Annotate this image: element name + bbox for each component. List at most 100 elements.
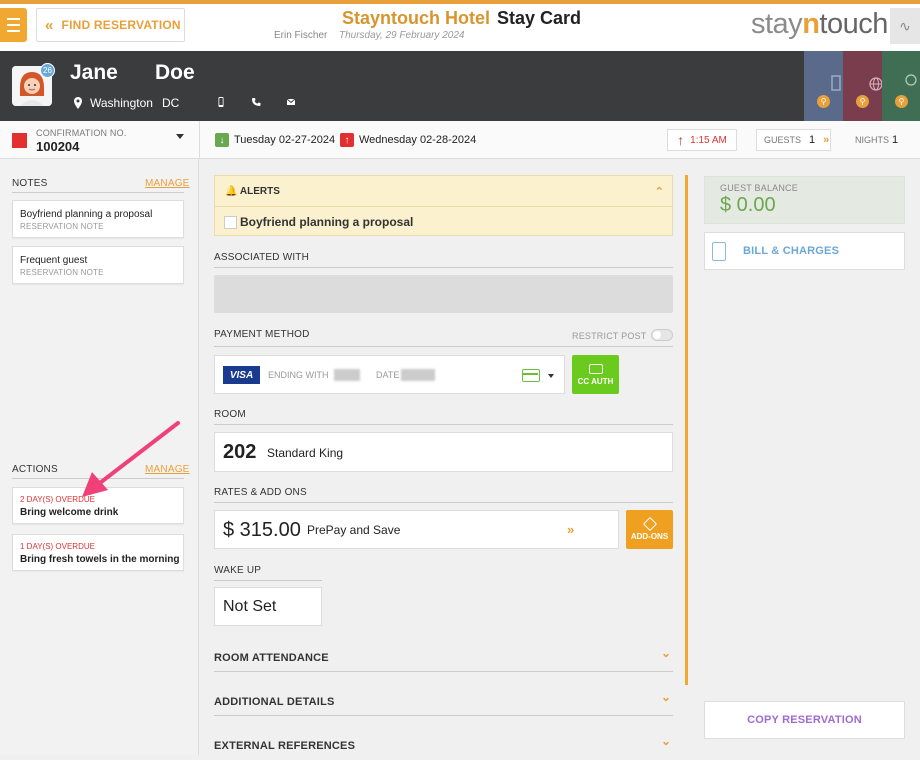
note-title: Frequent guest — [20, 255, 88, 266]
location-pin-icon — [74, 97, 82, 109]
action-card[interactable]: 1 DAY(S) OVERDUE Bring fresh towels in t… — [12, 534, 184, 571]
masked-card-number — [334, 369, 360, 381]
rate-name: PrePay and Save — [307, 523, 401, 537]
visa-logo: VISA — [223, 366, 260, 384]
restrict-post-toggle[interactable] — [651, 329, 673, 341]
reservation-status-indicator — [12, 133, 27, 148]
guest-balance-value: $ 0.00 — [720, 194, 776, 216]
stayntouch-logo: stayntouch — [751, 8, 888, 40]
associated-label: ASSOCIATED WITH — [214, 252, 310, 263]
guests-count: 1 — [809, 134, 816, 146]
calculator-icon — [712, 242, 726, 261]
activity-icon[interactable]: ∿ — [890, 8, 920, 44]
room-attendance-section[interactable]: ROOM ATTENDANCE ⌄ — [214, 646, 673, 672]
add-ons-label: ADD-ONS — [630, 531, 669, 541]
loyalty-tab[interactable] — [882, 51, 920, 121]
additional-details-section[interactable]: ADDITIONAL DETAILS ⌄ — [214, 690, 673, 716]
nights-count: 1 — [892, 134, 899, 146]
bell-icon: 🔔 — [225, 186, 238, 197]
double-chevron-left-icon: « — [45, 16, 54, 34]
notes-header: NOTES — [12, 178, 48, 189]
note-type: RESERVATION NOTE — [20, 268, 104, 277]
column-divider — [685, 175, 688, 685]
globe-tab[interactable] — [843, 51, 883, 121]
guest-card-tab[interactable] — [804, 51, 843, 121]
search-icon[interactable]: ⚲ — [856, 95, 869, 108]
credit-card-icon — [588, 363, 603, 374]
search-icon[interactable]: ⚲ — [895, 95, 908, 108]
find-reservation-button[interactable]: « FIND RESERVATION — [36, 8, 185, 42]
note-card[interactable]: Frequent guest RESERVATION NOTE — [12, 246, 184, 284]
guest-balance-panel: GUEST BALANCE $ 0.00 — [704, 176, 905, 224]
phone-icon[interactable] — [251, 97, 261, 107]
action-title: Bring welcome drink — [20, 507, 119, 518]
room-field[interactable]: 202 Standard King — [214, 432, 673, 472]
alert-text: Boyfriend planning a proposal — [240, 215, 414, 229]
bill-and-charges-button[interactable]: BILL & CHARGES — [704, 232, 905, 270]
divider — [214, 346, 673, 347]
room-attendance-label: ROOM ATTENDANCE — [214, 652, 329, 664]
divider — [214, 424, 673, 425]
alert-checkbox[interactable] — [224, 216, 237, 229]
rate-amount: $ 315.00 — [223, 519, 301, 541]
add-ons-button[interactable]: ADD-ONS — [626, 510, 673, 549]
wakeup-label: WAKE UP — [214, 565, 262, 576]
room-type: Standard King — [267, 446, 344, 460]
rate-field[interactable]: $ 315.00 PrePay and Save » — [214, 510, 619, 549]
divider — [214, 502, 673, 503]
date-label: DATE — [376, 370, 400, 380]
confirmation-number[interactable]: 100204 — [36, 139, 79, 154]
room-label: ROOM — [214, 409, 246, 420]
cc-auth-label: CC AUTH — [577, 376, 614, 386]
rates-label: RATES & ADD ONS — [214, 487, 307, 498]
email-icon[interactable] — [286, 97, 296, 107]
page-title: Stay Card — [497, 8, 582, 28]
guest-city: Washington — [90, 96, 153, 110]
confirmation-label: CONFIRMATION NO. — [36, 128, 127, 138]
chevron-down-icon[interactable] — [176, 134, 184, 139]
departure-date[interactable]: Wednesday 02-28-2024 — [359, 134, 476, 146]
alerts-header[interactable]: 🔔 ALERTS — [225, 186, 280, 197]
eta-button[interactable]: ↑ 1:15 AM — [667, 129, 737, 151]
departure-arrow-icon: ↑ — [340, 133, 354, 147]
copy-reservation-button[interactable]: COPY RESERVATION — [704, 701, 905, 739]
mobile-phone-icon[interactable] — [216, 97, 226, 107]
divider — [199, 121, 200, 159]
find-reservation-label: FIND RESERVATION — [61, 18, 181, 32]
bill-and-charges-label: BILL & CHARGES — [743, 245, 840, 257]
payment-label: PAYMENT METHOD — [214, 329, 310, 340]
ending-with-label: ENDING WITH — [268, 370, 329, 380]
guests-button[interactable]: GUESTS 1 » — [756, 129, 831, 151]
annotation-arrow — [82, 421, 180, 497]
guests-label: GUESTS — [764, 135, 802, 145]
room-number: 202 — [223, 441, 257, 463]
menu-button[interactable] — [0, 8, 27, 42]
masked-expiry — [401, 369, 435, 381]
action-title: Bring fresh towels in the morning — [20, 554, 180, 565]
arrival-date[interactable]: Tuesday 02-27-2024 — [234, 134, 335, 146]
note-card[interactable]: Boyfriend planning a proposal RESERVATIO… — [12, 200, 184, 238]
search-icon[interactable]: ⚲ — [817, 95, 830, 108]
additional-details-label: ADDITIONAL DETAILS — [214, 696, 335, 708]
payment-method-select[interactable]: VISA ENDING WITH DATE — [214, 355, 565, 394]
layers-icon — [642, 516, 657, 531]
wakeup-field[interactable]: Not Set — [214, 587, 322, 626]
double-chevron-down-icon: ⌄ — [660, 690, 671, 704]
guest-header — [0, 51, 920, 121]
guest-badge: 26 — [40, 63, 55, 78]
alerts-panel: 🔔 ALERTS ⌃ Boyfriend planning a proposal — [214, 175, 673, 236]
double-chevron-down-icon: ⌄ — [660, 646, 671, 660]
user-name: Erin Fischer — [274, 30, 328, 41]
action-overdue: 1 DAY(S) OVERDUE — [20, 542, 95, 551]
guest-first-name[interactable]: Jane — [70, 61, 118, 85]
guest-last-name[interactable]: Doe — [155, 61, 195, 85]
external-references-section[interactable]: EXTERNAL REFERENCES ⌄ — [214, 734, 673, 760]
double-chevron-up-icon[interactable]: ⌃ — [655, 185, 664, 198]
divider — [12, 192, 184, 193]
notes-manage-link[interactable]: MANAGE — [145, 178, 190, 189]
wakeup-value: Not Set — [223, 598, 277, 615]
cc-auth-button[interactable]: CC AUTH — [572, 355, 619, 394]
associated-with-field[interactable] — [214, 275, 673, 313]
double-chevron-down-icon: ⌄ — [660, 734, 671, 748]
chevron-down-icon — [548, 374, 554, 378]
